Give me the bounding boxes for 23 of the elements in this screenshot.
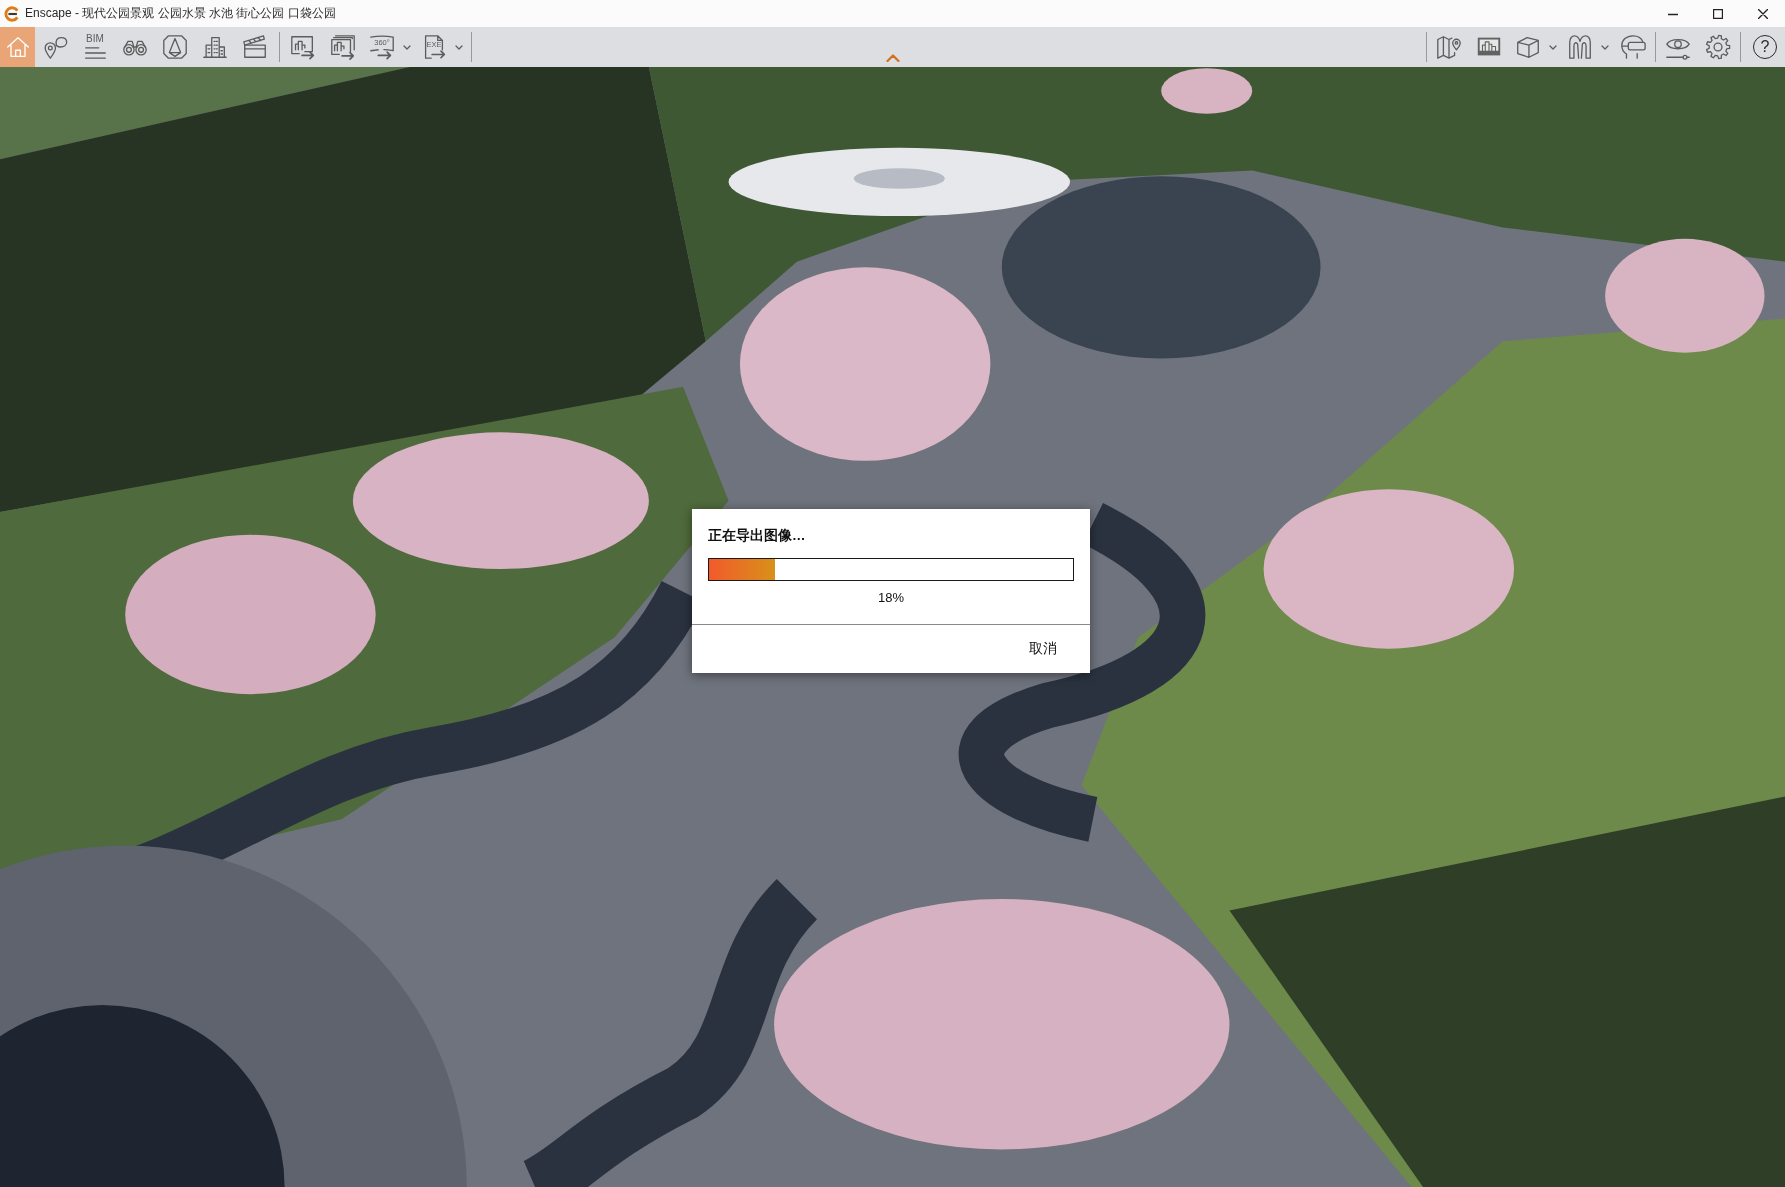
caret-icon <box>1549 44 1557 50</box>
cancel-button[interactable]: 取消 <box>1023 636 1063 662</box>
caret-icon <box>455 44 463 50</box>
panorama-frame-icon <box>368 33 396 61</box>
caret-icon <box>1601 44 1609 50</box>
images-export-icon <box>329 33 357 61</box>
clapperboard-icon <box>241 33 269 61</box>
progress-percentage: 18% <box>878 589 904 607</box>
maximize-icon <box>1712 8 1723 19</box>
bim-button[interactable]: BIM <box>75 27 115 67</box>
vr-headset-icon <box>1619 33 1647 61</box>
image-export-icon <box>289 33 317 61</box>
collapse-button[interactable] <box>885 54 900 62</box>
close-icon <box>1757 8 1768 19</box>
caret-icon <box>403 44 411 50</box>
map-pin-icon <box>1435 33 1463 61</box>
settings-icon <box>1704 33 1732 61</box>
dialog-title: 正在导出图像… <box>707 527 807 545</box>
app-logo-icon <box>4 5 20 22</box>
window-title: Enscape - 现代公园景观 公园水景 水池 街心公园 口袋公园 <box>25 5 336 22</box>
chevron-up-icon <box>885 54 900 62</box>
arches-icon <box>1566 33 1594 61</box>
perspective-icon <box>161 33 189 61</box>
